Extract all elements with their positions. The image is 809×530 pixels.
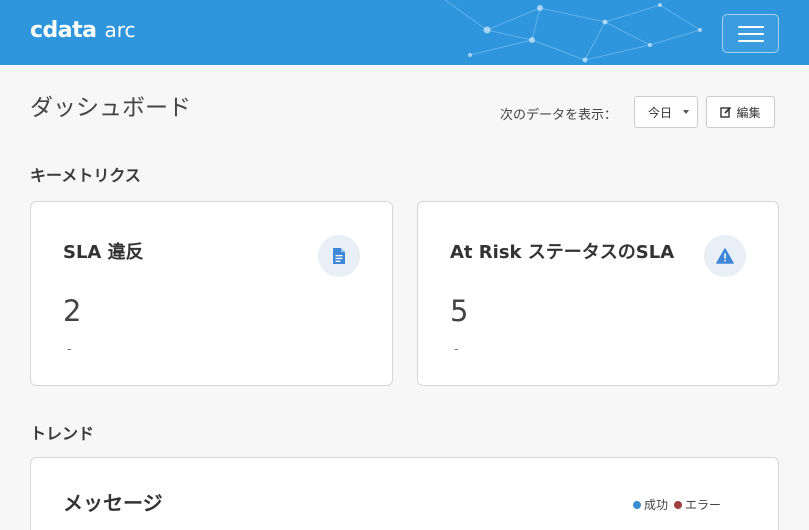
edit-label: 編集 bbox=[736, 105, 761, 120]
metric-subtext: - bbox=[454, 342, 459, 357]
top-navbar: cdata arc bbox=[0, 0, 809, 65]
at-risk-sla-card[interactable]: At Risk ステータスのSLA 5 - bbox=[417, 201, 779, 386]
logo-text: cdata bbox=[30, 18, 97, 43]
messages-trend-card[interactable]: メッセージ bbox=[30, 457, 779, 530]
chart-legend: 成功 エラー bbox=[633, 496, 727, 513]
logo-suffix: arc bbox=[104, 18, 136, 42]
document-icon bbox=[318, 235, 360, 277]
date-range-value: 今日 bbox=[648, 105, 673, 120]
date-range-select[interactable]: 今日 bbox=[634, 96, 698, 128]
legend-label: 成功 bbox=[644, 498, 669, 512]
edit-button[interactable]: 編集 bbox=[706, 96, 775, 128]
date-range-label: 次のデータを表示： bbox=[500, 108, 618, 123]
page-title: ダッシュボード bbox=[30, 95, 191, 121]
warning-icon bbox=[704, 235, 746, 277]
legend-dot-icon bbox=[674, 500, 683, 509]
caret-down-icon bbox=[683, 110, 689, 114]
metric-subtext: - bbox=[67, 342, 72, 357]
card-title: メッセージ bbox=[63, 491, 163, 515]
legend-label: エラー bbox=[685, 498, 722, 512]
sla-violation-card[interactable]: SLA 違反 2 - bbox=[30, 201, 393, 386]
key-metrics-heading: キーメトリクス bbox=[30, 166, 141, 185]
legend-dot-icon bbox=[633, 500, 641, 509]
app-logo[interactable]: cdata arc bbox=[30, 18, 136, 43]
hamburger-menu-icon bbox=[737, 25, 764, 28]
metric-value: 2 bbox=[63, 294, 82, 328]
legend-item-success[interactable]: 成功 bbox=[633, 496, 668, 513]
card-title: SLA 違反 bbox=[63, 242, 144, 263]
metric-value: 5 bbox=[450, 294, 469, 328]
trends-heading: トレンド bbox=[30, 424, 95, 443]
edit-icon bbox=[720, 106, 732, 118]
legend-item-error[interactable]: エラー bbox=[674, 496, 721, 513]
hamburger-menu-button[interactable] bbox=[722, 14, 779, 53]
card-title: At Risk ステータスのSLA bbox=[450, 242, 675, 263]
